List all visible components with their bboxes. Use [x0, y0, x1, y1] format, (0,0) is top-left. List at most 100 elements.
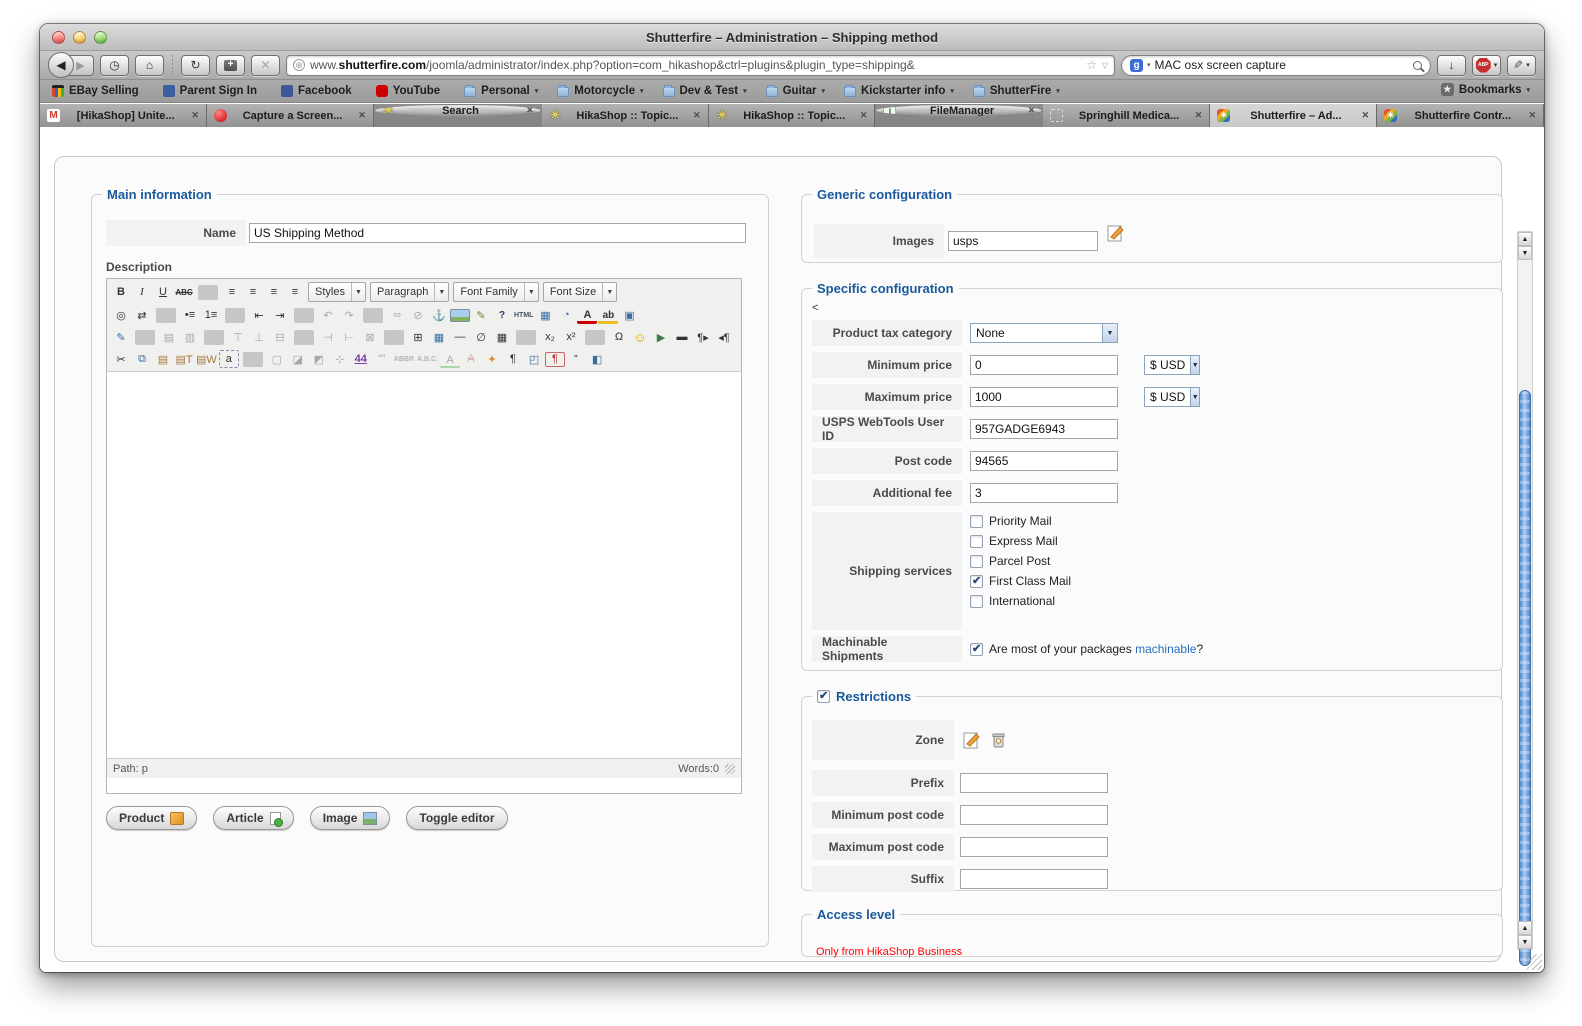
- copy-icon[interactable]: ⧉: [132, 350, 152, 368]
- restrictions-checkbox[interactable]: [817, 689, 830, 703]
- name-input[interactable]: [249, 223, 746, 243]
- html-source-icon[interactable]: HTML: [513, 306, 534, 324]
- outdent-icon[interactable]: ⇤: [249, 306, 269, 324]
- home-button[interactable]: ⌂: [135, 54, 164, 76]
- editor-resize-grip[interactable]: [725, 763, 735, 774]
- blockquote-icon[interactable]: “: [566, 350, 586, 368]
- title-bar[interactable]: Shutterfire – Administration – Shipping …: [40, 24, 1544, 51]
- restriction-input[interactable]: [960, 773, 1108, 793]
- indent-icon[interactable]: ⇥: [270, 306, 290, 324]
- editor-action-button[interactable]: Toggle editor: [406, 806, 508, 830]
- insert-image-icon[interactable]: [450, 308, 470, 322]
- browser-tab[interactable]: HikaShop :: Topic... ✕: [541, 104, 709, 127]
- product-tax-category-select[interactable]: None ▼: [970, 323, 1118, 343]
- save-page-button[interactable]: +: [216, 54, 245, 76]
- insert-table-icon[interactable]: ⊞: [408, 328, 428, 346]
- extension-quill-button[interactable]: ✎ ▾: [1507, 54, 1536, 76]
- template-icon[interactable]: ◧: [587, 350, 607, 368]
- browser-tab[interactable]: Capture a Screen... ✕: [206, 104, 374, 127]
- url-dropdown-icon[interactable]: ▽: [1102, 61, 1108, 70]
- emoticon-icon[interactable]: ☺: [630, 328, 650, 346]
- browser-tab[interactable]: HikaShop :: Topic... ✕: [708, 104, 876, 127]
- rtl-icon[interactable]: ◂¶: [714, 328, 734, 346]
- paragraph-mark-icon[interactable]: ¶: [503, 350, 523, 368]
- adblock-dropdown-icon[interactable]: ▾: [1494, 61, 1498, 69]
- shipping-service-checkbox[interactable]: [970, 594, 983, 608]
- insert-row-after-icon[interactable]: ⊥: [249, 328, 269, 346]
- bookmark-item[interactable]: Kickstarter info ▾: [844, 85, 954, 97]
- insert-date-icon[interactable]: ▦: [535, 306, 555, 324]
- edit-image-pencil-icon[interactable]: [1106, 223, 1126, 243]
- tab-close-icon[interactable]: ✕: [1195, 110, 1203, 121]
- editor-canvas[interactable]: [107, 372, 741, 758]
- scroll-up-icon[interactable]: ▲: [1518, 232, 1532, 246]
- minimum-price-input[interactable]: [970, 355, 1118, 375]
- minimize-window-button[interactable]: [73, 31, 86, 44]
- tab-close-icon[interactable]: ✕: [860, 110, 868, 121]
- browser-tab[interactable]: Springhill Medica... ✕: [1043, 104, 1211, 127]
- paragraph-select[interactable]: Paragraph ▼: [369, 282, 450, 302]
- reload-button[interactable]: ↻: [181, 54, 210, 76]
- back-button[interactable]: ◀: [48, 52, 74, 78]
- undo-icon[interactable]: ↶: [318, 306, 338, 324]
- shipping-service-checkbox[interactable]: [970, 534, 983, 548]
- history-button[interactable]: ◷: [100, 54, 129, 76]
- bookmark-item[interactable]: Personal ▾: [464, 85, 538, 97]
- font-family-select[interactable]: Font Family ▼: [453, 282, 539, 302]
- additional-fee-input[interactable]: [970, 483, 1118, 503]
- tab-close-icon[interactable]: ✕: [1028, 105, 1036, 116]
- adblock-button[interactable]: ABP ▾: [1472, 54, 1501, 76]
- minimum-price-currency-select[interactable]: $ USD ▼: [1144, 355, 1200, 375]
- align-center-icon[interactable]: ≡: [243, 283, 263, 301]
- align-justify-icon[interactable]: ≡: [285, 283, 305, 301]
- italic-icon[interactable]: I: [132, 283, 152, 301]
- scrollbar-thumb[interactable]: [1519, 390, 1531, 966]
- maximum-price-currency-select[interactable]: $ USD ▼: [1144, 387, 1200, 407]
- abbr-icon[interactable]: ABBR: [393, 350, 415, 368]
- browser-tab[interactable]: Search ✕: [373, 104, 542, 117]
- bookmark-item[interactable]: Parent Sign In: [162, 85, 262, 97]
- tab-close-icon[interactable]: ✕: [1528, 110, 1536, 121]
- paste-text-icon[interactable]: ▤T: [174, 350, 194, 368]
- restriction-input[interactable]: [960, 805, 1108, 825]
- shipping-service-checkbox[interactable]: [970, 554, 983, 568]
- insert-col-before-icon[interactable]: ⊣: [318, 328, 338, 346]
- attributes-icon[interactable]: ✦: [482, 350, 502, 368]
- acronym-icon[interactable]: A.B.C.: [416, 350, 439, 368]
- close-window-button[interactable]: [52, 31, 65, 44]
- bookmark-item[interactable]: Facebook: [281, 85, 357, 97]
- shipping-service-checkbox[interactable]: [970, 574, 983, 588]
- paste-word-icon[interactable]: ▤W: [195, 350, 218, 368]
- bullet-list-icon[interactable]: •≡: [180, 306, 200, 324]
- insert-layer-icon[interactable]: ⊹: [330, 350, 350, 368]
- search-bar[interactable]: g ▾ MAC osx screen capture: [1121, 54, 1431, 76]
- media-icon[interactable]: ▶: [651, 328, 671, 346]
- bookmarks-menu[interactable]: ★ Bookmarks ▾: [1440, 83, 1530, 96]
- align-right-icon[interactable]: ≡: [264, 283, 284, 301]
- styles-select[interactable]: Styles ▼: [308, 282, 366, 302]
- unlink-icon[interactable]: ⊘: [408, 306, 428, 324]
- superscript-icon[interactable]: x²: [561, 328, 581, 346]
- remove-format-icon[interactable]: ∅: [471, 328, 491, 346]
- preview-icon[interactable]: ◰: [524, 350, 544, 368]
- find-replace-icon[interactable]: ⇄: [132, 306, 152, 324]
- link-icon[interactable]: ∞: [387, 306, 407, 324]
- special-char-icon[interactable]: Ω: [609, 328, 629, 346]
- maximum-price-input[interactable]: [970, 387, 1118, 407]
- horizontal-rule-icon[interactable]: —: [450, 328, 470, 346]
- shipping-service-checkbox[interactable]: [970, 514, 983, 528]
- extension-dropdown-icon[interactable]: ▾: [1526, 61, 1530, 69]
- ltr-icon[interactable]: ¶▸: [693, 328, 713, 346]
- help-icon[interactable]: ?: [492, 306, 512, 324]
- fullscreen-icon[interactable]: ▣: [619, 306, 639, 324]
- numbered-list-icon[interactable]: 1≡: [201, 306, 221, 324]
- table-row-props-icon[interactable]: ▤: [159, 328, 179, 346]
- layer-forward-icon[interactable]: ◪: [288, 350, 308, 368]
- editor-action-button[interactable]: Image: [309, 806, 391, 830]
- cut-icon[interactable]: ✂: [111, 350, 131, 368]
- tab-close-icon[interactable]: ✕: [1362, 110, 1370, 121]
- paste-icon[interactable]: ▤: [153, 350, 173, 368]
- insert-row-before-icon[interactable]: ⊤: [228, 328, 248, 346]
- restriction-input[interactable]: [960, 869, 1108, 889]
- machinable-link[interactable]: machinable: [1135, 642, 1196, 656]
